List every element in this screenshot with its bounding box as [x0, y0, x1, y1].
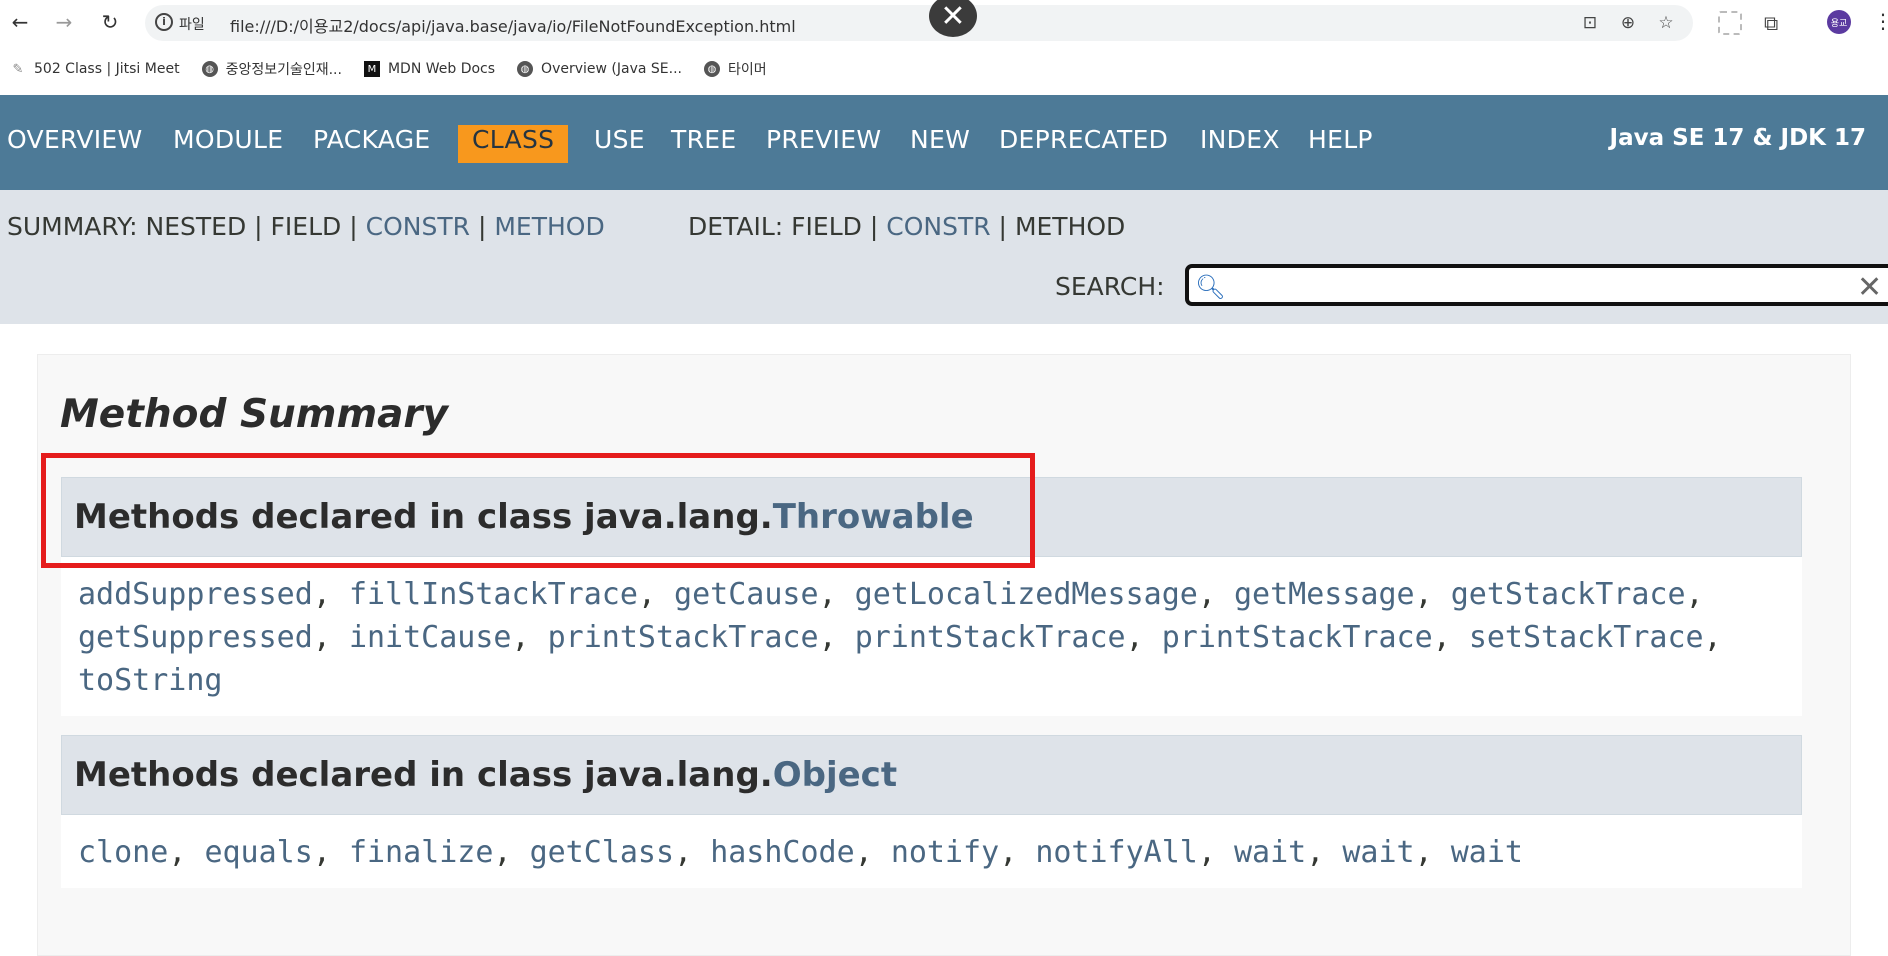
reload-icon[interactable]: ↻ — [96, 8, 124, 36]
section-title: Method Summary — [60, 392, 449, 437]
separator: | — [869, 212, 879, 241]
nav-preview[interactable]: PREVIEW — [766, 125, 881, 163]
bookmark-label: 중앙정보기술인재... — [225, 62, 342, 78]
method-link[interactable]: fillInStackTrace — [349, 577, 638, 612]
bookmark-jitsi[interactable]: ✎ 502 Class | Jitsi Meet — [10, 61, 180, 77]
bookmark-timer[interactable]: ◍ 타이머 — [703, 59, 767, 79]
method-link[interactable]: initCause — [349, 620, 512, 655]
inherited-methods-list: clone, equals, finalize, getClass, hashC… — [61, 815, 1802, 888]
nav-index[interactable]: INDEX — [1200, 125, 1280, 163]
java-version-title: Java SE 17 & JDK 17 — [1609, 125, 1866, 151]
nav-class[interactable]: CLASS — [458, 125, 569, 163]
javadoc-top-nav: OVERVIEW MODULE PACKAGE CLASS USE TREE P… — [0, 95, 1888, 190]
nav-help[interactable]: HELP — [1308, 125, 1373, 163]
method-link[interactable]: addSuppressed — [78, 577, 313, 612]
method-link[interactable]: printStackTrace — [1162, 620, 1433, 655]
browser-toolbar: ← → ↻ i 파일 file:///D:/이용교2/docs/api/java… — [0, 0, 1888, 46]
bookmarks-bar: ✎ 502 Class | Jitsi Meet ◍ 중앙정보기술인재... M… — [0, 54, 779, 84]
detail-label: DETAIL: — [688, 212, 784, 241]
object-class-link[interactable]: Object — [773, 755, 897, 795]
method-link[interactable]: finalize — [349, 835, 494, 870]
method-link[interactable]: equals — [204, 835, 312, 870]
method-link[interactable]: toString — [78, 663, 223, 698]
bookmark-star-icon[interactable]: ☆ — [1654, 11, 1678, 35]
detail-method: METHOD — [1014, 212, 1126, 241]
translate-icon[interactable]: ⊡ — [1578, 11, 1602, 35]
extensions-icon[interactable]: ⧉ — [1764, 10, 1778, 36]
browser-menu-icon[interactable]: ⋮ — [1873, 9, 1888, 33]
bookmark-label: 타이머 — [727, 62, 767, 78]
method-link[interactable]: wait — [1342, 835, 1414, 870]
back-arrow-icon[interactable]: ← — [6, 8, 34, 36]
nav-use[interactable]: USE — [594, 125, 645, 163]
bookmark-overview-java[interactable]: ◍ Overview (Java SE... — [517, 61, 682, 77]
summary-nested: NESTED — [145, 212, 247, 241]
globe-icon: ◍ — [703, 61, 720, 77]
method-link[interactable]: printStackTrace — [548, 620, 819, 655]
nav-tree[interactable]: TREE — [671, 125, 736, 163]
detail-field: FIELD — [791, 212, 862, 241]
nav-overview[interactable]: OVERVIEW — [7, 125, 143, 163]
summary-constr-link[interactable]: CONSTR — [366, 212, 470, 241]
nav-package[interactable]: PACKAGE — [313, 125, 430, 163]
method-link[interactable]: setStackTrace — [1469, 620, 1704, 655]
detail-constr-link[interactable]: CONSTR — [886, 212, 990, 241]
url-scheme-label: 파일 — [179, 17, 205, 33]
globe-icon: ◍ — [517, 61, 534, 77]
separator: | — [477, 212, 487, 241]
separator: | — [349, 212, 358, 241]
bookmark-mdn[interactable]: M MDN Web Docs — [363, 61, 496, 77]
method-link[interactable]: hashCode — [710, 835, 855, 870]
method-link[interactable]: getClass — [530, 835, 675, 870]
nav-module[interactable]: MODULE — [173, 125, 283, 163]
summary-field: FIELD — [270, 212, 342, 241]
mdn-icon: M — [363, 61, 380, 77]
method-link[interactable]: notify — [891, 835, 999, 870]
search-icon: 🔍︎ — [1195, 273, 1226, 301]
separator: | — [998, 212, 1007, 241]
inherited-methods-list: addSuppressed, fillInStackTrace, getCaus… — [61, 557, 1802, 716]
bookmark-label: Overview (Java SE... — [541, 61, 682, 77]
search-label: SEARCH: — [1055, 272, 1165, 301]
zoom-icon[interactable]: ⊕ — [1616, 11, 1640, 35]
search-clear-icon[interactable]: ✕ — [1857, 270, 1882, 305]
method-link[interactable]: clone — [78, 835, 168, 870]
method-link[interactable]: wait — [1451, 835, 1523, 870]
bookmark-jungang[interactable]: ◍ 중앙정보기술인재... — [201, 59, 342, 79]
bookmark-label: 502 Class | Jitsi Meet — [34, 61, 180, 77]
method-link[interactable]: getMessage — [1234, 577, 1415, 612]
globe-icon: ◍ — [201, 61, 218, 77]
site-info-icon[interactable]: i — [155, 13, 173, 31]
method-link[interactable]: getLocalizedMessage — [855, 577, 1198, 612]
summary-links: SUMMARY: NESTED | FIELD | CONSTR | METHO… — [7, 212, 605, 241]
address-bar[interactable]: i 파일 file:///D:/이용교2/docs/api/java.base/… — [145, 5, 1693, 41]
javadoc-sub-nav: SUMMARY: NESTED | FIELD | CONSTR | METHO… — [0, 190, 1888, 324]
method-link[interactable]: notifyAll — [1035, 835, 1198, 870]
search-input[interactable]: 🔍︎ — [1185, 264, 1888, 306]
jitsi-icon: ✎ — [12, 61, 24, 77]
separator: | — [254, 212, 263, 241]
method-link[interactable]: getCause — [674, 577, 819, 612]
method-link[interactable]: wait — [1234, 835, 1306, 870]
url-text[interactable]: file:///D:/이용교2/docs/api/java.base/java/… — [230, 13, 796, 37]
summary-method-link[interactable]: METHOD — [494, 212, 604, 241]
detail-links: DETAIL: FIELD | CONSTR | METHOD — [688, 212, 1125, 241]
browser-chrome: ← → ↻ i 파일 file:///D:/이용교2/docs/api/java… — [0, 0, 1888, 95]
profile-avatar[interactable]: 용교 — [1827, 10, 1851, 34]
nav-deprecated[interactable]: DEPRECATED — [999, 125, 1168, 163]
bookmark-label: MDN Web Docs — [387, 61, 496, 77]
forward-arrow-icon[interactable]: → — [50, 8, 78, 36]
inherited-methods-object: Methods declared in class java.lang. Obje… — [61, 735, 1802, 888]
red-highlight-box — [41, 453, 1035, 568]
extension-puzzle-placeholder-icon[interactable] — [1718, 10, 1742, 36]
method-link[interactable]: printStackTrace — [855, 620, 1126, 655]
method-link[interactable]: getSuppressed — [78, 620, 313, 655]
inherited-heading: Methods declared in class java.lang. Obje… — [61, 735, 1802, 815]
nav-new[interactable]: NEW — [910, 125, 970, 163]
method-link[interactable]: getStackTrace — [1451, 577, 1686, 612]
heading-prefix: Methods declared in class java.lang. — [74, 755, 773, 795]
summary-label: SUMMARY: — [7, 212, 138, 241]
